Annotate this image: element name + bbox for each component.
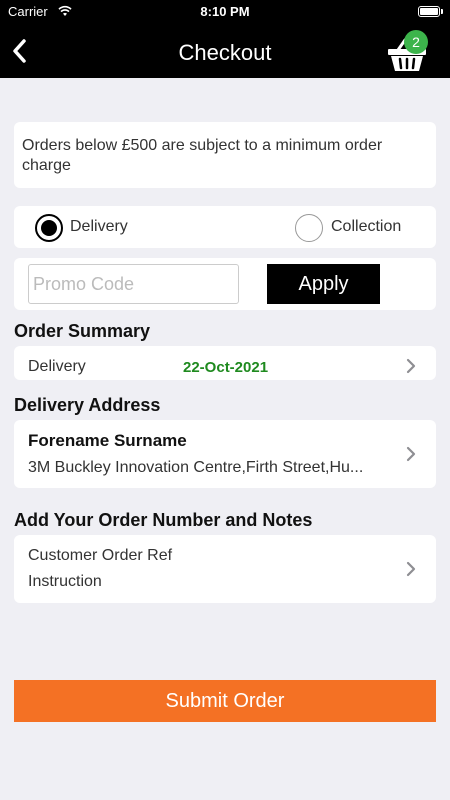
battery-icon [418, 6, 443, 17]
navigation-bar: Checkout 2 [0, 24, 450, 78]
delivery-radio[interactable] [35, 214, 63, 242]
recipient-name: Forename Surname [28, 431, 187, 450]
collection-label[interactable]: Collection [331, 218, 401, 236]
delivery-address-heading: Delivery Address [14, 395, 161, 415]
minimum-order-notice: Orders below £500 are subject to a minim… [14, 122, 436, 188]
delivery-label[interactable]: Delivery [70, 218, 128, 236]
promo-code-section: Apply [14, 258, 436, 310]
fulfillment-method-selector: Delivery Collection [14, 206, 436, 248]
clock: 8:10 PM [200, 4, 250, 19]
order-summary-row[interactable]: Delivery 22-Oct-2021 [14, 346, 436, 380]
order-method-label: Delivery [28, 358, 86, 375]
chevron-right-icon [406, 446, 416, 462]
delivery-address-row[interactable]: Forename Surname 3M Buckley Innovation C… [14, 420, 436, 488]
order-notes-heading: Add Your Order Number and Notes [14, 510, 313, 530]
customer-order-ref-label: Customer Order Ref [28, 547, 173, 564]
order-summary-heading: Order Summary [14, 321, 151, 341]
collection-radio[interactable] [295, 214, 323, 242]
delivery-date: 22-Oct-2021 [183, 359, 269, 376]
instruction-label: Instruction [28, 573, 102, 590]
chevron-right-icon [406, 358, 416, 374]
chevron-right-icon [406, 561, 416, 577]
page-title: Checkout [178, 40, 272, 65]
promo-code-input[interactable] [28, 264, 239, 304]
cart-count-badge: 2 [404, 30, 428, 54]
submit-order-button[interactable]: Submit Order [14, 680, 436, 722]
apply-promo-button[interactable]: Apply [267, 264, 380, 304]
order-notes-row[interactable]: Customer Order Ref Instruction [14, 535, 436, 603]
address-line: 3M Buckley Innovation Centre,Firth Stree… [28, 459, 364, 476]
status-bar: Carrier 8:10 PM [0, 0, 450, 24]
